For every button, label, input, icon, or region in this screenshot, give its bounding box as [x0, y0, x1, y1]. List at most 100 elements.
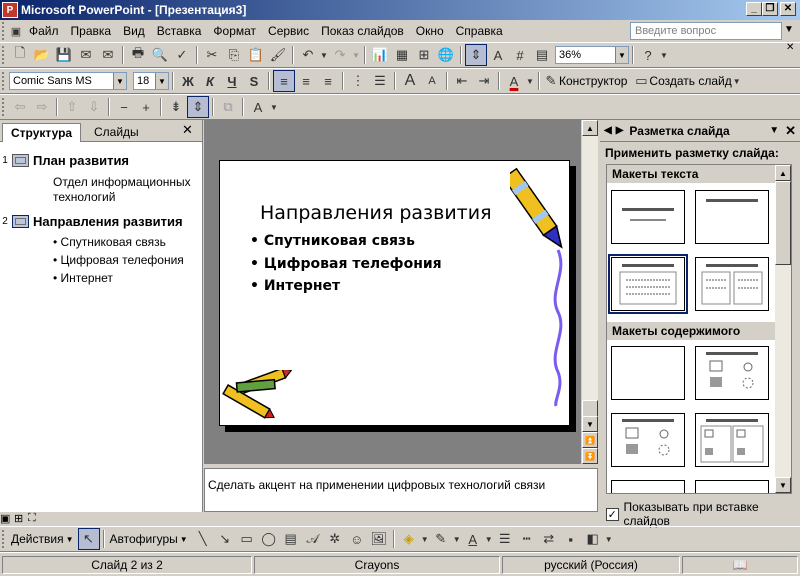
- designer-button[interactable]: Конструктор: [559, 74, 627, 88]
- toolbar-grip[interactable]: [2, 98, 6, 116]
- increase-indent-icon[interactable]: ⇥: [473, 70, 495, 92]
- slide-bullet[interactable]: • Цифровая телефония: [250, 256, 442, 272]
- diagram-icon[interactable]: ✲: [324, 528, 346, 550]
- format-painter-icon[interactable]: 🖌: [267, 44, 289, 66]
- align-right-icon[interactable]: ≡: [317, 70, 339, 92]
- italic-button[interactable]: К: [199, 70, 221, 92]
- shadow-button[interactable]: S: [243, 70, 265, 92]
- rectangle-icon[interactable]: ▭: [236, 528, 258, 550]
- decrease-indent-icon[interactable]: ⇤: [451, 70, 473, 92]
- bold-button[interactable]: Ж: [177, 70, 199, 92]
- picture-icon[interactable]: 🖼: [368, 528, 390, 550]
- slide-bullet[interactable]: • Интернет: [250, 278, 340, 294]
- tables-borders-icon[interactable]: ⊞: [413, 44, 435, 66]
- line-style-icon[interactable]: ☰: [494, 528, 516, 550]
- font-color-draw-icon[interactable]: A: [462, 528, 484, 550]
- spelling-status-icon[interactable]: 📖: [682, 556, 798, 574]
- bullets-icon[interactable]: ☰: [369, 70, 391, 92]
- close-button[interactable]: ✕: [780, 2, 796, 16]
- autoshapes-menu[interactable]: Автофигуры: [110, 532, 178, 546]
- help-icon[interactable]: ?: [637, 44, 659, 66]
- 3d-style-icon[interactable]: ◧: [582, 528, 604, 550]
- menu-grip[interactable]: [2, 22, 6, 40]
- pane-close-icon[interactable]: ✕: [182, 122, 193, 138]
- scroll-down-icon[interactable]: ▼: [582, 416, 598, 432]
- normal-view-icon[interactable]: ▣: [0, 512, 14, 526]
- designer-icon[interactable]: ✎: [543, 70, 559, 92]
- slide-title[interactable]: План развития: [33, 153, 129, 168]
- actions-dropdown-icon[interactable]: ▼: [66, 535, 74, 544]
- layout-two-content[interactable]: [695, 413, 769, 467]
- line-color-icon[interactable]: ✎: [430, 528, 452, 550]
- formatting-options-icon[interactable]: ▼: [732, 70, 742, 92]
- menu-edit[interactable]: Правка: [65, 24, 118, 38]
- ask-dropdown-arrow-icon[interactable]: ▼: [784, 24, 794, 35]
- demote-icon[interactable]: ⇨: [31, 96, 53, 118]
- paste-icon[interactable]: 📋: [245, 44, 267, 66]
- notes-pane[interactable]: Сделать акцент на применении цифровых те…: [204, 468, 598, 512]
- summary-slide-icon[interactable]: ⧉: [217, 96, 239, 118]
- layout-title-and-content[interactable]: [611, 413, 685, 467]
- copy-icon[interactable]: ⎘: [223, 44, 245, 66]
- clipart-icon[interactable]: ☺: [346, 528, 368, 550]
- menu-slideshow[interactable]: Показ слайдов: [315, 24, 410, 38]
- underline-button[interactable]: Ч: [221, 70, 243, 92]
- menu-format[interactable]: Формат: [207, 24, 262, 38]
- show-on-insert-checkbox[interactable]: ✓: [606, 507, 619, 521]
- expand-icon[interactable]: +: [135, 96, 157, 118]
- hyperlink-icon[interactable]: 🌐: [435, 44, 457, 66]
- zoom-combo[interactable]: 36% ▼: [555, 46, 629, 64]
- undo-dropdown-icon[interactable]: ▼: [319, 44, 329, 66]
- grid-icon[interactable]: #: [509, 44, 531, 66]
- layout-blank[interactable]: [611, 346, 685, 400]
- align-left-icon[interactable]: ≡: [273, 70, 295, 92]
- menu-window[interactable]: Окно: [410, 24, 450, 38]
- menu-tools[interactable]: Сервис: [262, 24, 315, 38]
- increase-font-icon[interactable]: A: [399, 70, 421, 92]
- wordart-icon[interactable]: 𝒜: [302, 528, 324, 550]
- toolbar-grip[interactable]: [2, 46, 6, 64]
- print-icon[interactable]: 🖶: [127, 44, 149, 66]
- spelling-icon[interactable]: ✓: [171, 44, 193, 66]
- font-size-combo[interactable]: 18 ▼: [133, 72, 169, 90]
- toolbar-options-icon[interactable]: ▼: [659, 44, 669, 66]
- menu-insert[interactable]: Вставка: [151, 24, 208, 38]
- permission-icon[interactable]: ✉: [75, 44, 97, 66]
- outline-slide-1[interactable]: 1 План развития: [0, 153, 129, 168]
- font-size-dropdown-icon[interactable]: ▼: [155, 73, 168, 89]
- move-up-icon[interactable]: ⇧: [61, 96, 83, 118]
- notes-text[interactable]: Сделать акцент на применении цифровых те…: [208, 478, 545, 492]
- drawing-options-icon[interactable]: ▼: [604, 528, 614, 550]
- tp-scroll-down-icon[interactable]: ▼: [775, 477, 791, 493]
- scroll-up-icon[interactable]: ▲: [582, 120, 598, 136]
- autoshapes-dropdown-icon[interactable]: ▼: [180, 535, 188, 544]
- outline-bullet[interactable]: • Цифровая телефония: [53, 253, 184, 267]
- layout-gallery[interactable]: Макеты текста Макеты содержимого ▲ ▼: [606, 164, 792, 494]
- task-pane-menu-icon[interactable]: ▼: [769, 125, 779, 136]
- font-color-dropdown-icon[interactable]: ▼: [525, 70, 535, 92]
- collapse-icon[interactable]: −: [113, 96, 135, 118]
- outline-slide-2[interactable]: 2 Направления развития: [0, 214, 183, 229]
- menu-view[interactable]: Вид: [117, 24, 151, 38]
- slide-title[interactable]: Направления развития: [33, 214, 183, 229]
- next-slide-icon[interactable]: ⏬: [582, 448, 598, 464]
- textbox-icon[interactable]: ▤: [280, 528, 302, 550]
- font-dropdown-icon[interactable]: ▼: [113, 73, 126, 89]
- shadow-style-icon[interactable]: ▪: [560, 528, 582, 550]
- toolbar-grip[interactable]: [2, 72, 6, 90]
- dash-style-icon[interactable]: ┅: [516, 528, 538, 550]
- slide-sorter-icon[interactable]: ⊞: [14, 512, 28, 526]
- document-icon[interactable]: ▣: [9, 20, 23, 42]
- open-icon[interactable]: 📂: [31, 44, 53, 66]
- toolbar-grip[interactable]: [2, 530, 6, 548]
- outline-options-icon[interactable]: ▼: [269, 96, 279, 118]
- layout-title-and-text[interactable]: [608, 254, 688, 314]
- new-slide-icon[interactable]: ▭: [633, 70, 649, 92]
- font-combo[interactable]: Comic Sans MS ▼: [9, 72, 127, 90]
- cut-icon[interactable]: ✂: [201, 44, 223, 66]
- new-icon[interactable]: 🗋: [9, 44, 31, 66]
- tp-scroll-up-icon[interactable]: ▲: [775, 165, 791, 181]
- actions-menu[interactable]: Действия: [11, 532, 64, 546]
- line-icon[interactable]: ╲: [192, 528, 214, 550]
- task-pane-close-icon[interactable]: ✕: [785, 123, 796, 139]
